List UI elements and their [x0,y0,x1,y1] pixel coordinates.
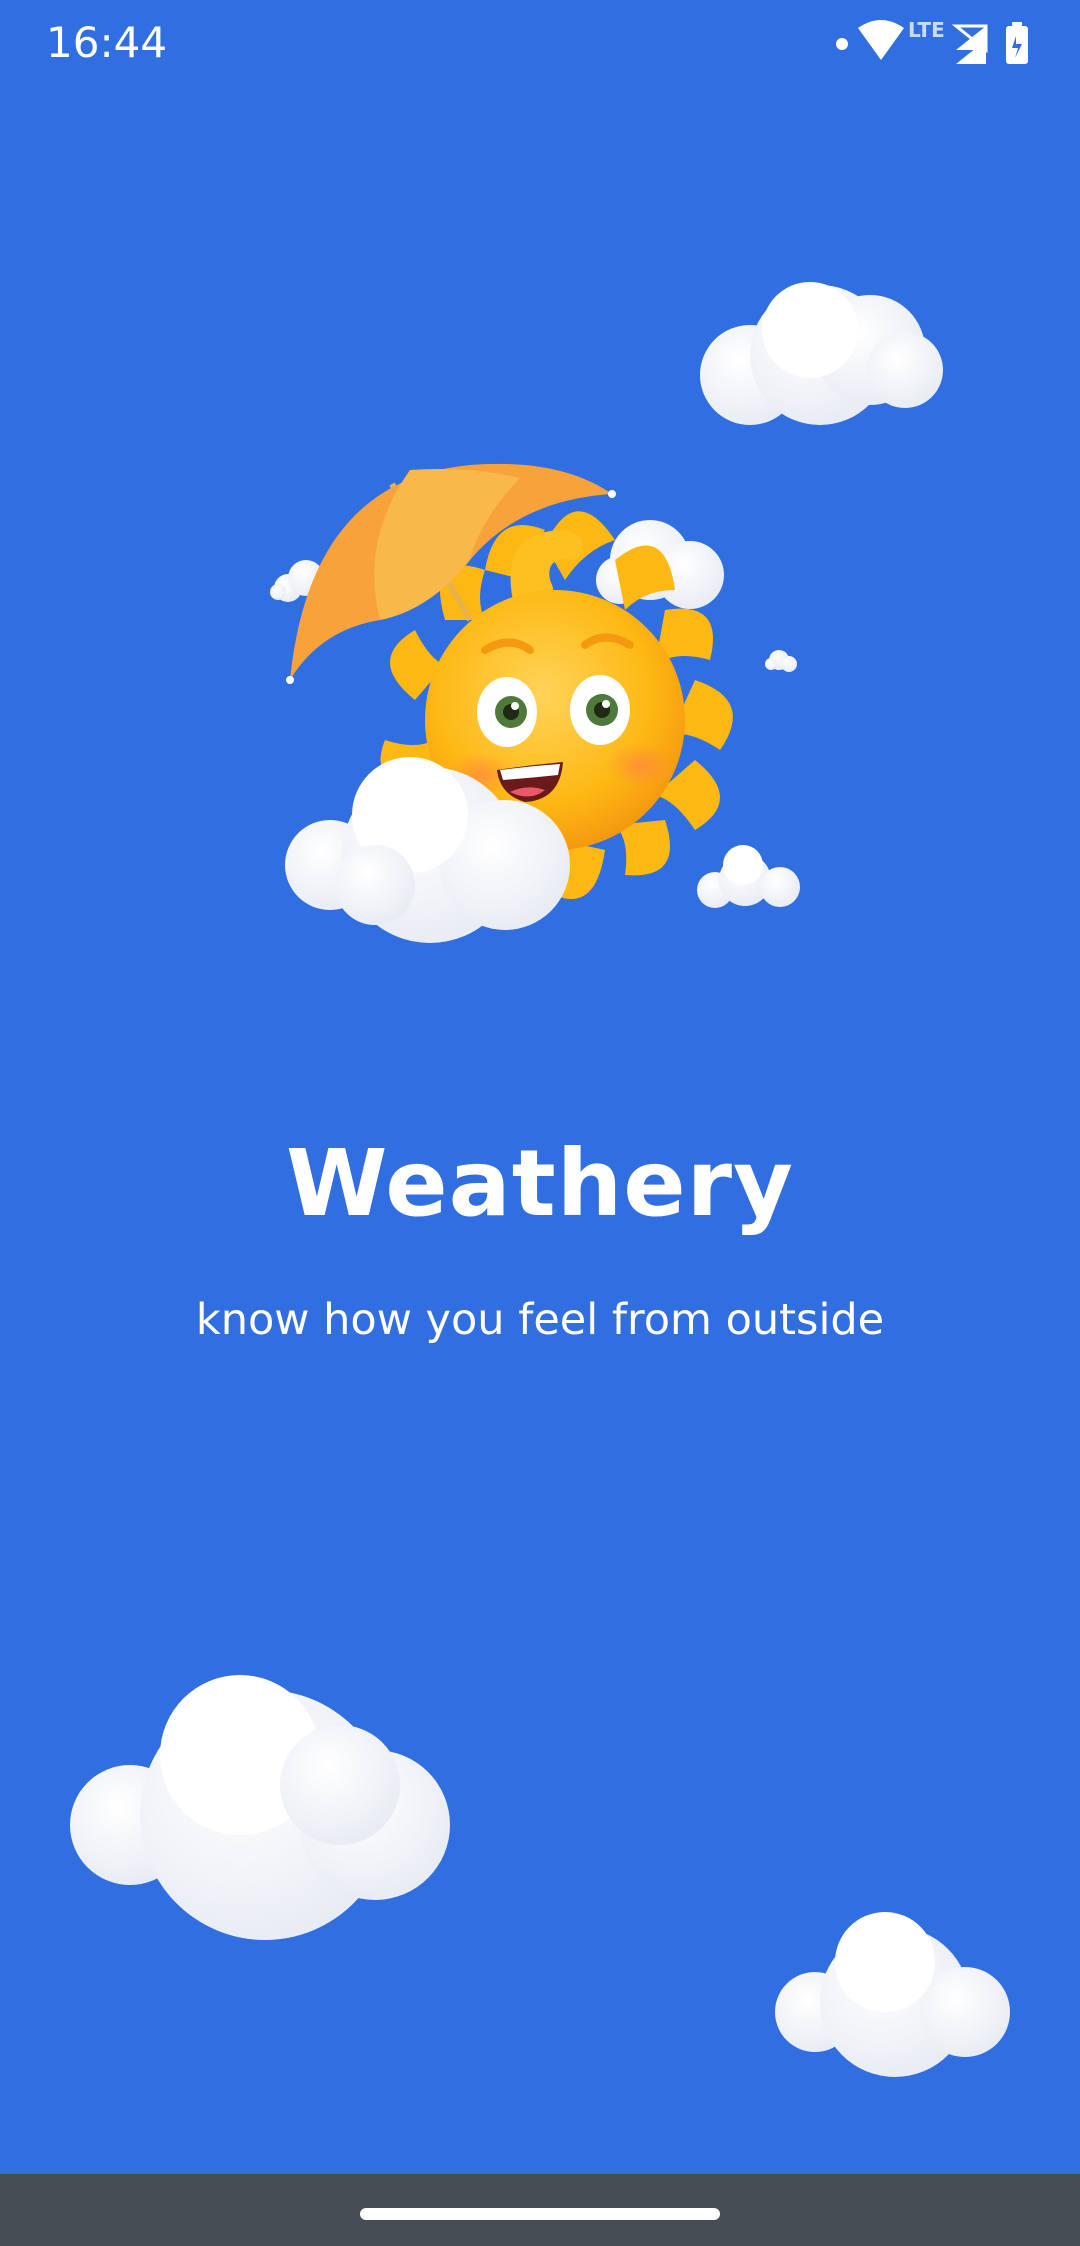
cloud-icon [70,1675,450,1940]
battery-icon [1006,22,1028,64]
cloud-icon [775,1912,1010,2077]
cloud-icon [697,845,800,908]
sun-illustration [380,511,733,899]
status-icons: LTE [856,18,1046,68]
cloud-icon [285,757,570,943]
status-bar: 16:44 LTE [0,0,1080,90]
splash-screen: 16:44 LTE Weathery know how you feel fro… [0,0,1080,2246]
navigation-bar [0,2174,1080,2246]
cloud-icon [700,282,943,425]
app-tagline: know how you feel from outside [195,1295,885,1345]
notification-dot-icon [836,38,848,50]
wifi-icon [858,20,904,60]
app-title: Weathery [286,1130,794,1237]
artwork-svg [70,282,1010,2077]
cloud-icon [596,520,724,609]
network-type-label: LTE [908,18,945,42]
home-gesture-handle[interactable] [360,2208,720,2220]
cloud-icon [765,650,797,672]
status-icons-svg [858,20,1028,64]
status-time: 16:44 [46,18,168,67]
cloud-icon [270,560,324,602]
umbrella-illustration [286,463,616,684]
artwork-layer [0,0,1080,2246]
